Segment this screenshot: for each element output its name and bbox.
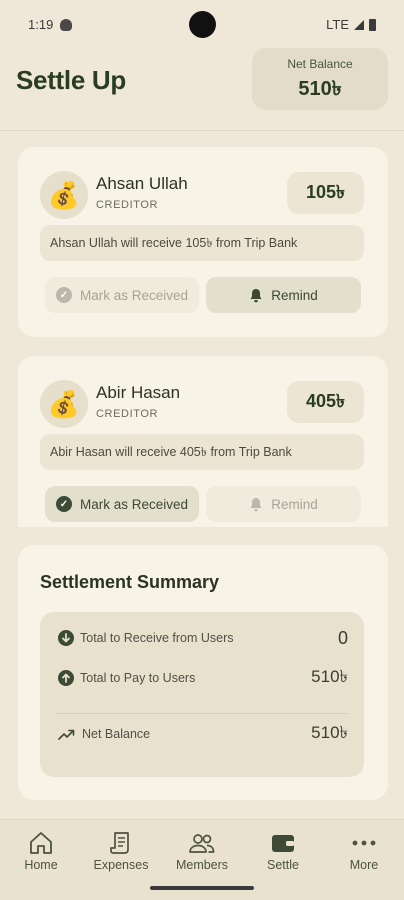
network-label: LTE bbox=[326, 17, 349, 32]
check-circle-icon: ✓ bbox=[55, 496, 72, 512]
summary-row-label: Total to Receive from Users bbox=[80, 631, 234, 645]
settlement-summary-card: Settlement Summary Total to Receive from… bbox=[18, 545, 388, 800]
battery-icon bbox=[369, 18, 376, 31]
settlement-message: Abir Hasan will receive 405৳ from Trip B… bbox=[40, 434, 364, 470]
settlement-card: 💰 Ahsan Ullah CREDITOR 105৳ Ahsan Ullah … bbox=[18, 147, 388, 337]
receipt-icon bbox=[110, 832, 129, 854]
members-icon bbox=[189, 834, 215, 853]
nav-label: Settle bbox=[267, 858, 299, 872]
arrow-down-circle-icon bbox=[58, 630, 74, 646]
nav-label: More bbox=[349, 858, 379, 872]
nav-label: Home bbox=[24, 858, 58, 872]
settlement-message: Ahsan Ullah will receive 105৳ from Trip … bbox=[40, 225, 364, 261]
summary-row-value: 510৳ bbox=[311, 667, 348, 686]
arrow-up-circle-icon bbox=[58, 670, 74, 686]
mark-as-received-label: Mark as Received bbox=[79, 287, 189, 303]
summary-row-net: Net Balance 510৳ bbox=[58, 722, 348, 746]
summary-row-pay: Total to Pay to Users 510৳ bbox=[58, 666, 348, 690]
wallet-icon bbox=[272, 835, 294, 852]
nav-item-more[interactable]: More bbox=[324, 830, 404, 872]
amount-badge: 105৳ bbox=[287, 172, 364, 214]
mark-as-received-button[interactable]: ✓ Mark as Received bbox=[45, 486, 199, 522]
mark-as-received-label: Mark as Received bbox=[79, 496, 189, 512]
creditor-name: Abir Hasan bbox=[96, 383, 181, 402]
summary-row-value: 0 bbox=[337, 627, 348, 648]
signal-icon bbox=[354, 19, 364, 30]
money-bag-icon: 💰 bbox=[40, 380, 88, 428]
summary-row-receive: Total to Receive from Users 0 bbox=[58, 626, 348, 650]
creditor-role: CREDITOR bbox=[96, 199, 159, 211]
nav-label: Expenses bbox=[93, 858, 149, 872]
summary-divider bbox=[56, 713, 348, 714]
nav-item-members[interactable]: Members bbox=[162, 830, 242, 872]
more-icon bbox=[352, 840, 376, 846]
header: Settle Up Net Balance 510৳ bbox=[0, 48, 404, 130]
net-balance-badge: Net Balance 510৳ bbox=[252, 48, 388, 110]
nav-item-expenses[interactable]: Expenses bbox=[81, 830, 161, 872]
home-icon bbox=[30, 832, 52, 854]
page-title: Settle Up bbox=[16, 65, 126, 95]
nav-label: Members bbox=[175, 858, 229, 872]
remind-button[interactable]: Remind bbox=[206, 486, 361, 522]
remind-button[interactable]: Remind bbox=[206, 277, 361, 313]
status-indicators: LTE bbox=[326, 17, 376, 32]
remind-label: Remind bbox=[271, 287, 318, 303]
check-circle-icon: ✓ bbox=[55, 287, 72, 303]
notification-icon bbox=[60, 19, 72, 31]
status-bar: 1:19 LTE bbox=[0, 0, 404, 50]
bell-icon bbox=[250, 497, 262, 511]
home-indicator bbox=[150, 886, 254, 890]
mark-as-received-button[interactable]: ✓ Mark as Received bbox=[45, 277, 199, 313]
summary-row-value: 510৳ bbox=[311, 723, 348, 742]
net-balance-value: 510৳ bbox=[298, 78, 342, 100]
status-time: 1:19 bbox=[28, 17, 54, 32]
summary-title: Settlement Summary bbox=[40, 572, 220, 592]
summary-row-label: Net Balance bbox=[82, 727, 151, 741]
nav-item-home[interactable]: Home bbox=[1, 830, 81, 872]
camera-cutout bbox=[189, 11, 216, 38]
settlement-list[interactable]: 💰 Ahsan Ullah CREDITOR 105৳ Ahsan Ullah … bbox=[0, 131, 404, 527]
bell-icon bbox=[250, 288, 262, 302]
nav-item-settle[interactable]: Settle bbox=[243, 830, 323, 872]
settlement-card: 💰 Abir Hasan CREDITOR 405৳ Abir Hasan wi… bbox=[18, 356, 388, 527]
money-bag-icon: 💰 bbox=[40, 171, 88, 219]
summary-row-label: Total to Pay to Users bbox=[80, 671, 196, 685]
remind-label: Remind bbox=[271, 496, 318, 512]
net-balance-label: Net Balance bbox=[287, 57, 353, 71]
creditor-role: CREDITOR bbox=[96, 408, 159, 420]
creditor-name: Ahsan Ullah bbox=[96, 174, 188, 193]
trending-up-icon bbox=[58, 729, 75, 740]
summary-box: Total to Receive from Users 0 Total to P… bbox=[40, 612, 364, 777]
amount-badge: 405৳ bbox=[287, 381, 364, 423]
